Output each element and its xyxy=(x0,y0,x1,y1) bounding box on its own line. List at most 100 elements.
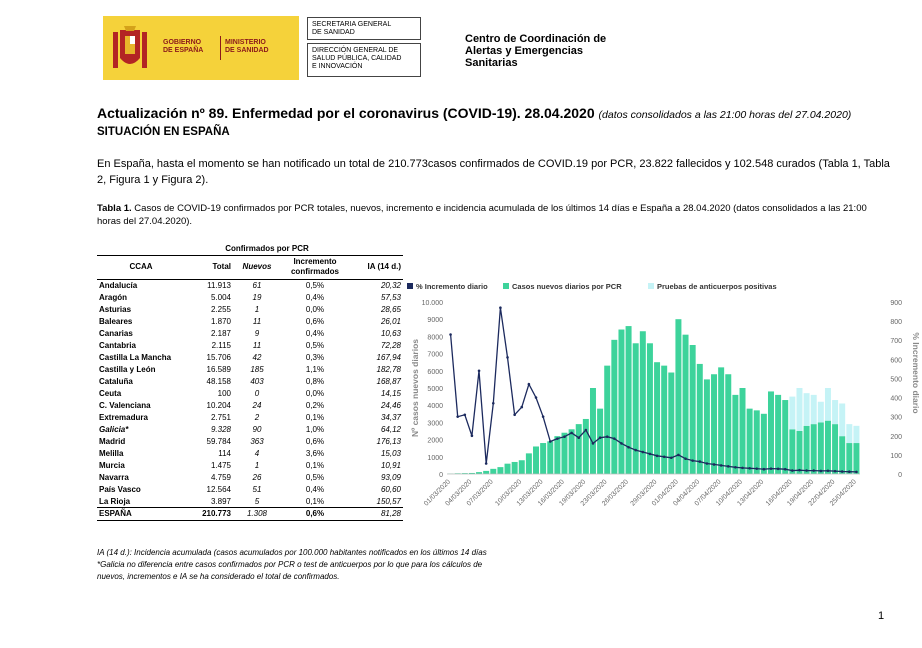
legend-label: % Incremento diario xyxy=(416,282,488,291)
cell-ia: 57,53 xyxy=(380,292,401,302)
table-row: Castilla y León 16.589 185 1,1% 182,78 xyxy=(97,364,403,376)
table-total-row: ESPAÑA 210.773 1.308 0,6% 81,28 xyxy=(97,507,403,522)
cell-nuevos: 2 xyxy=(254,412,260,422)
line-point xyxy=(598,436,602,439)
ministerio-line2: DE SANIDAD xyxy=(225,47,269,54)
bar-casos xyxy=(483,470,490,474)
y2-tick-label: 200 xyxy=(890,434,902,441)
bar-casos xyxy=(739,388,746,474)
line-point xyxy=(477,369,481,373)
bar-anticuerpos xyxy=(824,388,831,421)
daily-cases-chart: % Incremento diario Casos nuevos diarios … xyxy=(405,278,922,528)
line-point xyxy=(584,428,588,432)
line-point xyxy=(755,467,759,470)
cell-inc: 0,2% xyxy=(305,400,325,410)
line-point xyxy=(734,466,737,469)
cell-inc: 0,4% xyxy=(305,484,325,494)
bar-casos xyxy=(589,388,596,474)
table-row: Galicia* 9.328 90 1,0% 64,12 xyxy=(97,424,403,436)
table-notes: IA (14 d.): Incidencia acumulada (casos … xyxy=(97,547,497,583)
bar-casos xyxy=(625,326,632,474)
title-subtext: (datos consolidados a las 21:00 horas de… xyxy=(598,109,852,121)
table-row: Ceuta 100 0 0,0% 14,15 xyxy=(97,388,403,400)
cell-ia: 24,46 xyxy=(380,400,401,410)
total-cell-nuevos: 1.308 xyxy=(233,507,281,522)
bar-casos xyxy=(682,334,689,474)
cell-ccaa: País Vasco xyxy=(99,484,141,494)
line-point xyxy=(798,468,801,472)
y2-tick-label: 800 xyxy=(890,319,902,326)
cell-inc: 0,5% xyxy=(305,340,325,350)
bar-casos xyxy=(689,345,696,474)
bar-casos xyxy=(497,467,504,474)
bar-casos xyxy=(775,394,782,474)
bar-anticuerpos xyxy=(810,394,817,425)
bar-anticuerpos xyxy=(796,388,803,431)
cell-ia: 93,09 xyxy=(380,472,401,482)
table-row: Baleares 1.870 11 0,6% 26,01 xyxy=(97,316,403,328)
table-row: Castilla La Mancha 15.706 42 0,3% 167,94 xyxy=(97,352,403,364)
secretaria-line1: SECRETARIA GENERAL xyxy=(312,21,392,28)
y-tick-label: 1000 xyxy=(427,455,443,462)
y2-tick-label: 900 xyxy=(890,300,902,307)
secretaria-general: SECRETARIA GENERAL DE SANIDAD xyxy=(307,17,421,40)
cell-ccaa: Asturias xyxy=(99,304,132,314)
gobierno-line1: GOBIERNO xyxy=(163,39,202,46)
cell-inc: 0,5% xyxy=(305,472,325,482)
cell-nuevos: 61 xyxy=(252,280,262,290)
line-point xyxy=(548,440,552,443)
line-point xyxy=(605,435,609,439)
cell-ia: 15,03 xyxy=(380,448,401,458)
bar-casos xyxy=(839,436,846,474)
cell-ccaa: Aragón xyxy=(99,292,127,302)
table-caption-label: Tabla 1. xyxy=(97,203,132,214)
cell-total: 16.589 xyxy=(206,364,231,374)
bar-casos xyxy=(803,425,810,474)
cell-nuevos: 42 xyxy=(252,352,262,362)
table-row: Cantabria 2.115 11 0,5% 72,28 xyxy=(97,340,403,352)
line-point xyxy=(662,455,666,459)
line-point xyxy=(577,436,581,439)
cell-ccaa: Canarias xyxy=(99,328,133,338)
legend-swatch xyxy=(503,283,509,289)
secretaria-box: SECRETARIA GENERAL DE SANIDAD DIRECCIÓN … xyxy=(307,17,421,79)
bar-casos xyxy=(824,420,831,474)
cell-ccaa: Murcia xyxy=(99,460,125,470)
cell-ccaa: Cantabria xyxy=(99,340,136,350)
cell-total: 2.115 xyxy=(211,340,231,350)
cell-inc: 0,5% xyxy=(305,280,325,290)
line-point xyxy=(641,450,645,454)
centro-coordinacion: Centro de Coordinación de Alertas y Emer… xyxy=(465,33,635,69)
bar-casos xyxy=(696,363,703,474)
bar-casos xyxy=(511,461,518,474)
cell-nuevos: 19 xyxy=(252,292,262,302)
group-header-spacer xyxy=(97,243,185,256)
bar-casos xyxy=(597,408,604,474)
line-point xyxy=(826,469,830,473)
bar-casos xyxy=(782,400,789,474)
centro-line3: Sanitarias xyxy=(465,57,518,69)
bar-casos xyxy=(810,424,817,474)
line-point xyxy=(684,457,687,461)
line-point xyxy=(563,435,566,439)
cell-nuevos: 0 xyxy=(254,388,260,398)
cell-total: 1.870 xyxy=(210,316,231,326)
cell-total: 5.004 xyxy=(210,292,231,302)
bar-casos xyxy=(789,429,796,474)
bar-casos xyxy=(675,319,682,474)
line-point xyxy=(719,464,723,467)
cell-total: 2.187 xyxy=(210,328,231,338)
line-point xyxy=(541,415,545,418)
bar-casos xyxy=(618,329,625,474)
line-point xyxy=(712,463,716,466)
table-caption-text: Casos de COVID-19 confirmados por PCR to… xyxy=(97,203,867,227)
cell-ia: 14,15 xyxy=(380,388,401,398)
line-point xyxy=(833,469,837,473)
chart-svg: % Incremento diario Casos nuevos diarios … xyxy=(407,282,921,507)
cell-ccaa: Navarra xyxy=(99,472,129,482)
cell-ccaa: C. Valenciana xyxy=(99,400,151,410)
line-point xyxy=(655,454,659,458)
cell-ia: 20,32 xyxy=(380,280,401,290)
cell-total: 48.158 xyxy=(206,376,231,386)
bar-casos xyxy=(604,365,611,474)
